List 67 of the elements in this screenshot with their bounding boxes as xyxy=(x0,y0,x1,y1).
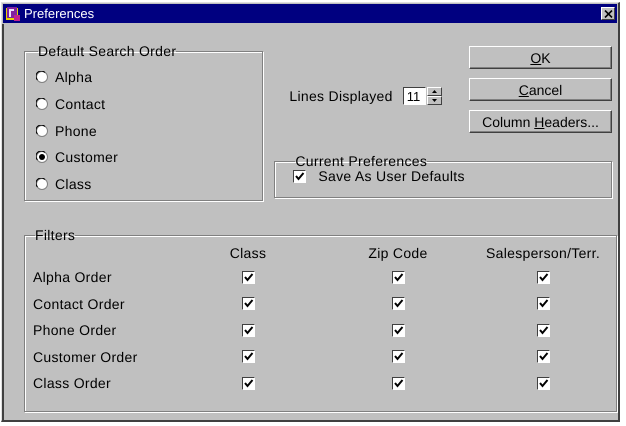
checkbox[interactable] xyxy=(242,324,254,337)
spin-up-button[interactable] xyxy=(426,87,442,96)
check-icon xyxy=(242,324,254,336)
row-label: Customer Order xyxy=(33,348,139,365)
radio-label[interactable]: Contact xyxy=(55,96,106,112)
window-title: Preferences xyxy=(24,6,96,21)
push-button[interactable]: Cancel xyxy=(469,78,612,101)
check-icon xyxy=(538,272,548,283)
close-button[interactable] xyxy=(601,7,615,20)
push-button[interactable]: OK xyxy=(469,46,612,69)
row-label: Class Order xyxy=(33,375,112,392)
radio-button[interactable] xyxy=(36,124,48,137)
radio-label[interactable]: Class xyxy=(55,176,92,192)
check-icon xyxy=(242,272,254,283)
check-icon xyxy=(392,298,404,310)
row-label: Alpha Order xyxy=(33,269,113,286)
check-icon xyxy=(392,324,404,336)
checkbox[interactable] xyxy=(392,350,404,364)
check-icon xyxy=(242,378,254,389)
checkbox[interactable] xyxy=(242,376,254,390)
group-label: Current Preferences xyxy=(295,154,428,168)
app-icon xyxy=(5,6,21,22)
group-label: Default Search Order xyxy=(38,44,176,58)
number-field[interactable]: 11 xyxy=(402,87,426,105)
close-icon xyxy=(604,10,612,18)
push-button[interactable]: Column Headers... xyxy=(469,110,612,133)
check-icon xyxy=(242,298,254,310)
checkbox[interactable] xyxy=(392,270,404,284)
field-label: Lines Displayed xyxy=(289,88,393,104)
radio-label[interactable]: Customer xyxy=(55,149,118,166)
check-icon xyxy=(392,378,404,389)
column-header: Zip Code xyxy=(367,245,429,261)
radio-button[interactable] xyxy=(36,71,48,84)
check-icon xyxy=(242,351,254,362)
checkbox[interactable] xyxy=(536,350,550,364)
spin-down-button[interactable] xyxy=(426,96,442,105)
checkbox[interactable] xyxy=(293,170,306,182)
checkbox-label[interactable]: Save As User Defaults xyxy=(318,168,465,184)
radio-button[interactable] xyxy=(36,98,48,110)
checkbox[interactable] xyxy=(536,324,550,337)
row-label: Contact Order xyxy=(33,296,126,312)
check-icon xyxy=(538,298,548,310)
radio-button[interactable] xyxy=(36,178,48,190)
radio-label[interactable]: Alpha xyxy=(55,69,92,86)
radio-button[interactable] xyxy=(36,151,48,164)
checkbox[interactable] xyxy=(536,376,550,390)
checkbox[interactable] xyxy=(392,297,404,310)
checkbox[interactable] xyxy=(392,376,404,390)
check-icon xyxy=(392,272,404,283)
check-icon xyxy=(538,324,548,336)
check-icon xyxy=(294,170,306,182)
up-arrow-icon xyxy=(432,90,437,93)
checkbox[interactable] xyxy=(242,297,254,310)
check-icon xyxy=(392,351,404,362)
checkbox[interactable] xyxy=(242,270,254,284)
column-header: Salesperson/Terr. xyxy=(484,245,602,261)
check-icon xyxy=(538,378,548,389)
row-label: Phone Order xyxy=(33,322,118,338)
check-icon xyxy=(538,351,548,362)
group-label: Filters xyxy=(35,228,76,242)
checkbox[interactable] xyxy=(536,270,550,284)
checkbox[interactable] xyxy=(392,324,404,337)
down-arrow-icon xyxy=(432,99,437,102)
checkbox[interactable] xyxy=(242,350,254,364)
checkbox[interactable] xyxy=(536,297,550,310)
radio-label[interactable]: Phone xyxy=(55,122,97,139)
column-header: Class xyxy=(228,245,268,261)
